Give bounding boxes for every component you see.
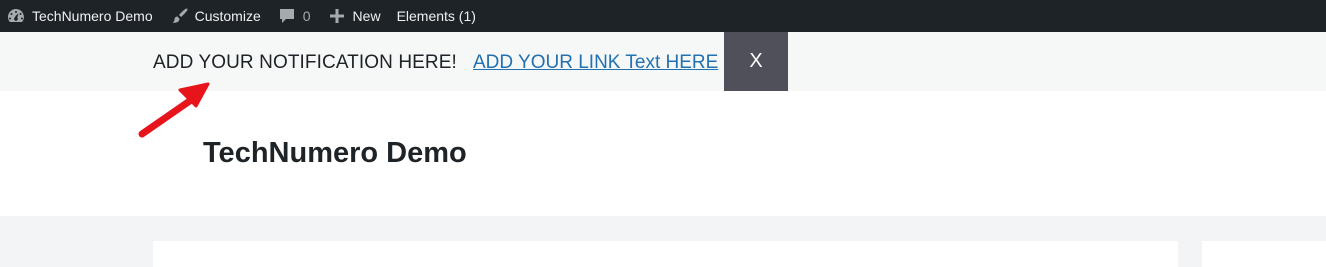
site-title[interactable]: TechNumero Demo (203, 137, 467, 170)
admin-bar-customize[interactable]: Customize (161, 0, 269, 32)
brush-icon (169, 6, 189, 26)
admin-bar-elements[interactable]: Elements (1) (389, 0, 484, 32)
comments-count: 0 (302, 8, 311, 24)
content-area (0, 216, 1326, 267)
admin-bar-comments[interactable]: 0 (269, 0, 319, 32)
sidebar-card (1202, 241, 1326, 267)
admin-bar-new[interactable]: New (319, 0, 389, 32)
notification-text: ADD YOUR NOTIFICATION HERE! (153, 52, 457, 73)
customize-label: Customize (194, 8, 261, 24)
elements-label: Elements (1) (396, 8, 476, 24)
new-label: New (352, 8, 381, 24)
main-content-card (153, 241, 1178, 267)
dashboard-icon (6, 6, 26, 26)
red-arrow-annotation-icon (138, 82, 210, 138)
notification-close-button[interactable]: X (724, 32, 788, 91)
site-name-label: TechNumero Demo (32, 8, 153, 24)
notification-link[interactable]: ADD YOUR LINK Text HERE (473, 52, 718, 74)
admin-bar: TechNumero Demo Customize 0 New Elements… (0, 0, 1326, 32)
admin-bar-site-menu[interactable]: TechNumero Demo (0, 0, 161, 32)
plus-icon (327, 6, 347, 26)
comment-icon (277, 6, 297, 26)
